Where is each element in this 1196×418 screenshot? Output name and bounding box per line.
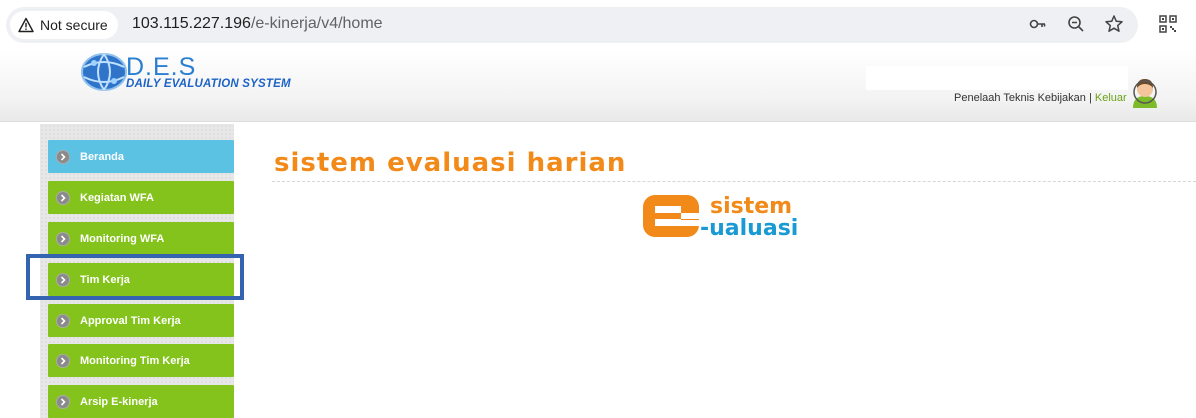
- user-role-label: Penelaah Teknis Kebijakan: [954, 92, 1086, 104]
- globe-logo-icon: [81, 53, 127, 91]
- security-chip[interactable]: Not secure: [10, 11, 118, 39]
- security-label: Not secure: [40, 17, 108, 33]
- page-title: sistem evaluasi harian: [274, 148, 627, 178]
- chevron-right-icon: [56, 231, 70, 246]
- user-avatar-icon: [1133, 79, 1157, 108]
- sidebar-item-monitoring-wfa[interactable]: Monitoring WFA: [48, 222, 234, 255]
- url-text[interactable]: 103.115.227.196/e-kinerja/v4/home: [132, 15, 383, 33]
- title-divider: [272, 181, 1196, 182]
- sidebar-item-label: Approval Tim Kerja: [80, 314, 181, 327]
- app-header: D.E.S DAILY EVALUATION SYSTEM Penelaah T…: [0, 48, 1196, 122]
- e-letter-logo-icon: [643, 195, 699, 237]
- sidebar-item-label: Kegiatan WFA: [80, 191, 154, 204]
- url-host: 103.115.227.196: [132, 15, 251, 32]
- chevron-right-icon: [56, 394, 70, 409]
- chevron-right-icon: [56, 190, 70, 205]
- zoom-out-icon[interactable]: [1066, 14, 1086, 34]
- sidebar-item-kegiatan-wfa[interactable]: Kegiatan WFA: [48, 181, 234, 214]
- sidebar-item-approval-tim-kerja[interactable]: Approval Tim Kerja: [48, 304, 234, 337]
- header-blank-panel: [866, 66, 1128, 90]
- sidebar-item-monitoring-tim-kerja[interactable]: Monitoring Tim Kerja: [48, 344, 234, 377]
- sidebar-item-label: Monitoring Tim Kerja: [80, 354, 190, 367]
- brand-text-line2: -ualuasi: [700, 216, 799, 241]
- logo-subtitle: DAILY EVALUATION SYSTEM: [126, 78, 291, 90]
- separator: |: [1085, 92, 1095, 104]
- logout-link[interactable]: Keluar: [1095, 92, 1127, 104]
- url-path: /e-kinerja/v4/home: [250, 15, 383, 32]
- browser-toolbar: Not secure 103.115.227.196/e-kinerja/v4/…: [0, 0, 1196, 48]
- star-bookmark-icon[interactable]: [1104, 14, 1124, 34]
- address-bar[interactable]: Not secure 103.115.227.196/e-kinerja/v4/…: [6, 7, 1138, 43]
- sidebar-item-label: Arsip E-kinerja: [80, 395, 158, 408]
- chevron-right-icon: [56, 313, 70, 328]
- sidebar-item-arsip-e-kinerja[interactable]: Arsip E-kinerja: [48, 385, 234, 418]
- sidebar-item-beranda[interactable]: Beranda: [48, 140, 234, 173]
- sidebar-item-label: Beranda: [80, 150, 125, 163]
- key-icon[interactable]: [1028, 14, 1048, 34]
- sidebar-item-label: Monitoring WFA: [80, 232, 165, 245]
- warning-icon: [18, 17, 34, 33]
- chevron-right-icon: [56, 353, 70, 368]
- highlight-annotation-box: [26, 254, 244, 300]
- user-info: Penelaah Teknis Kebijakan | Keluar: [954, 92, 1127, 104]
- chevron-right-icon: [56, 149, 70, 164]
- qr-code-icon[interactable]: [1158, 14, 1178, 34]
